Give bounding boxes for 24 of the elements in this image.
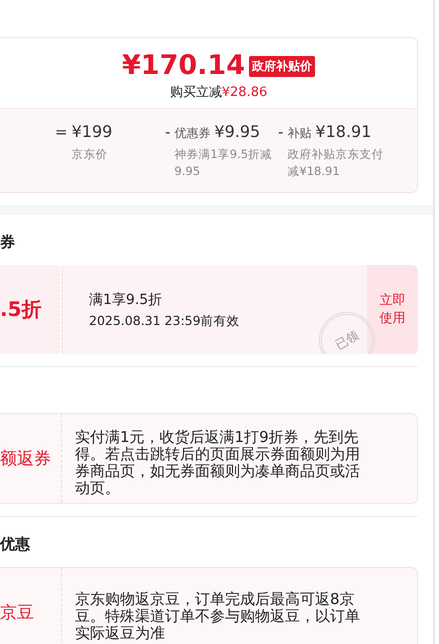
operator: = <box>55 122 68 143</box>
subsidy-badge: 政府补贴价 <box>248 56 315 76</box>
saving-amount: ¥28.86 <box>222 85 268 100</box>
breakdown-amount: ¥9.95 <box>214 121 260 143</box>
section-heading: 券 <box>0 232 15 252</box>
rebate-description: 实付满1元，收货后返满1打9折券，先到先得。若点击跳转后的页面展示券面额则为用券商品页，如无券面额则为凑单商品页或活动页。 <box>74 426 361 498</box>
operator: - <box>278 122 284 143</box>
breakdown-note: 神券满1享9.5折减9.95 <box>174 146 274 180</box>
breakdown-amount: ¥18.91 <box>315 121 372 143</box>
coupon-value: .5折 <box>0 296 42 323</box>
breakdown-note: 京东价 <box>72 146 109 163</box>
breakdown-amount: ¥199 <box>72 121 112 143</box>
coupon-title: 满1享9.5折 <box>89 291 164 310</box>
final-price: ¥170.14 <box>122 50 245 82</box>
rebate-value: 京豆 <box>0 602 34 624</box>
use-now-button[interactable]: 立即使用 <box>367 265 418 354</box>
rebate-value: 额返券 <box>0 448 51 470</box>
saving-label: 购买立减 <box>170 85 222 100</box>
breakdown-label: 补贴 <box>287 125 312 142</box>
operator: - <box>165 122 170 143</box>
rebate-description: 京东购物返京豆，订单完成后最高可返8京豆。特殊渠道订单不参与购物返豆，以订单实际返豆为准 <box>74 589 361 644</box>
breakdown-note: 政府补贴京东支付减¥18.91 <box>287 146 384 180</box>
coupon-validity: 2025.08.31 23:59前有效 <box>89 313 241 330</box>
breakdown-label: 优惠券 <box>174 125 210 142</box>
